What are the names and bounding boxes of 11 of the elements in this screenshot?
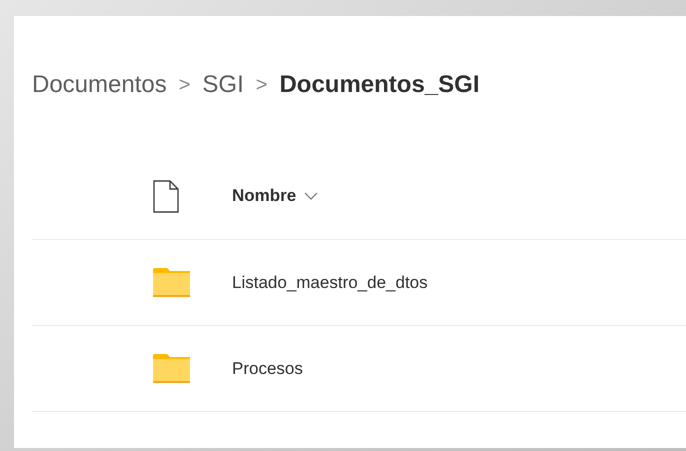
breadcrumb-link[interactable]: Documentos_SGI — [279, 67, 480, 103]
folder-name[interactable]: Procesos — [232, 356, 303, 382]
breadcrumb-link[interactable]: Documentos — [32, 67, 167, 103]
folder-name[interactable]: Listado_maestro_de_dtos — [232, 270, 428, 296]
breadcrumb-link[interactable]: SGI — [202, 67, 244, 103]
column-header[interactable]: Nombre — [232, 183, 318, 209]
file-icon — [153, 180, 179, 212]
breadcrumb-separator: > — [256, 73, 268, 98]
folder-icon — [153, 354, 190, 383]
folder-icon — [153, 268, 190, 297]
breadcrumb-separator: > — [178, 73, 190, 98]
